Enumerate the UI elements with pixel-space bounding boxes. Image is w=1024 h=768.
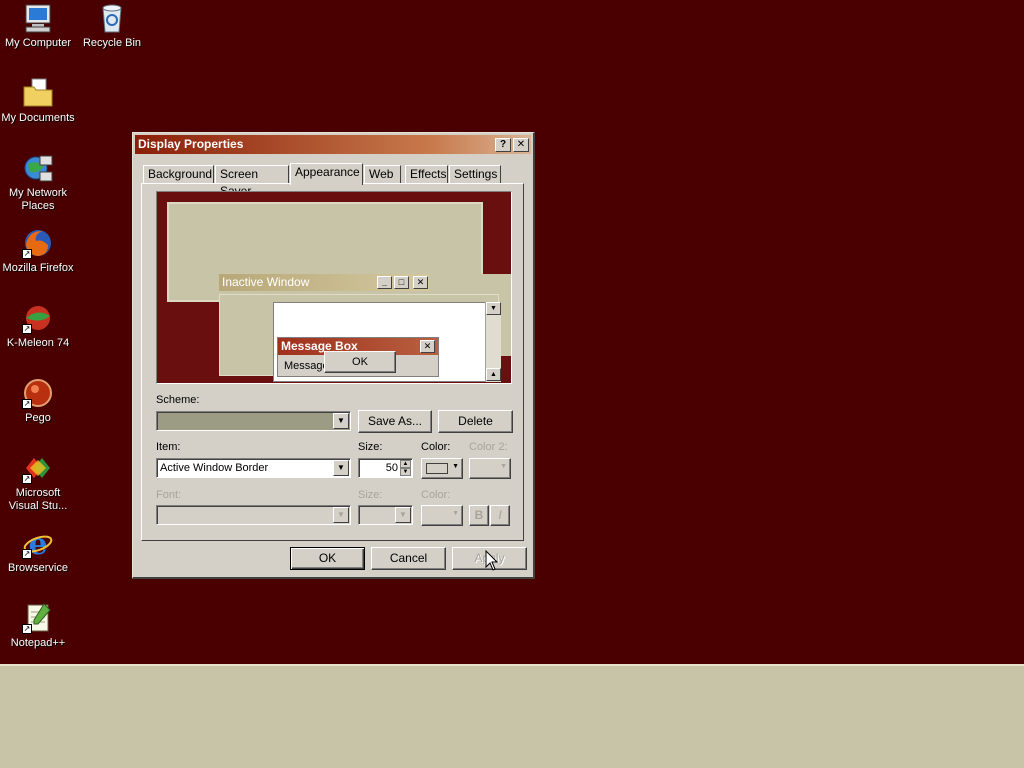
font-size-label: Size: [358, 489, 383, 501]
shortcut-arrow-icon: ↗ [22, 399, 32, 409]
font-color-button: ▼ [421, 505, 463, 526]
shortcut-arrow-icon: ↗ [22, 624, 32, 634]
tab-appearance[interactable]: Appearance [290, 163, 363, 185]
color-picker-button[interactable]: ▼ [421, 458, 463, 479]
size-value: 50 [385, 462, 398, 474]
shortcut-arrow-icon: ↗ [22, 474, 32, 484]
desktop-icon-browservice[interactable]: e ↗ Browservice [0, 527, 76, 575]
delete-button[interactable]: Delete [438, 410, 513, 433]
desktop-icon-label: Browservice [8, 562, 68, 574]
spin-up-icon[interactable]: ▲ [400, 460, 411, 468]
documents-folder-icon [22, 77, 54, 109]
window-title: Display Properties [138, 137, 244, 151]
close-icon: ✕ [420, 340, 435, 353]
scroll-up-arrow-icon: ▼ [486, 302, 501, 315]
scheme-dropdown[interactable]: ▼ [156, 411, 351, 431]
chevron-down-icon[interactable]: ▼ [333, 413, 349, 429]
size-spinner[interactable]: 50 ▲ ▼ [358, 458, 413, 478]
font-dropdown: ▼ [156, 505, 351, 525]
shortcut-arrow-icon: ↗ [22, 249, 32, 259]
shortcut-arrow-icon: ↗ [22, 549, 32, 559]
chevron-down-icon: ▼ [452, 510, 459, 517]
cancel-button[interactable]: Cancel [371, 547, 446, 570]
ok-button[interactable]: OK [290, 547, 365, 570]
font-color-label: Color: [421, 489, 451, 501]
appearance-preview: Inactive Window _ □ ✕ ▼ ▲ Message Box ✕ … [156, 191, 512, 384]
desktop-icon-pego[interactable]: ↗ Pego [0, 377, 76, 425]
desktop-icon-label: My Documents [1, 112, 75, 124]
maximize-icon: □ [394, 276, 409, 289]
italic-button: I [490, 505, 510, 526]
chevron-down-icon: ▼ [395, 507, 411, 523]
desktop-icon-firefox[interactable]: ↗ Mozilla Firefox [0, 227, 76, 275]
save-as-button[interactable]: Save As... [358, 410, 432, 433]
preview-message-text: Message [284, 360, 329, 372]
font-label: Font: [156, 489, 182, 501]
notepad-plus-icon: ↗ [22, 602, 54, 634]
desktop-icon-label: Microsoft Visual Stu... [8, 487, 68, 512]
desktop-icon-label: Pego [25, 412, 51, 424]
desktop-icon-recycle-bin[interactable]: Recycle Bin [74, 2, 150, 50]
recycle-bin-icon [96, 2, 128, 34]
size-label: Size: [358, 441, 383, 453]
tab-settings[interactable]: Settings [449, 165, 501, 184]
firefox-icon: ↗ [22, 227, 54, 259]
close-icon: ✕ [413, 276, 428, 289]
preview-message-box: Message Box ✕ Message OK [277, 337, 439, 377]
desktop-icon-label: My Network Places [8, 187, 68, 212]
chevron-down-icon: ▼ [500, 463, 507, 470]
network-icon [22, 152, 54, 184]
k-meleon-icon: ↗ [22, 302, 54, 334]
scroll-down-arrow-icon: ▲ [486, 368, 501, 381]
tab-background[interactable]: Background [143, 165, 214, 184]
item-label: Item: [156, 441, 181, 453]
preview-scrollbar: ▼ ▲ [485, 302, 501, 382]
computer-icon [22, 2, 54, 34]
item-dropdown[interactable]: Active Window Border ▼ [156, 458, 351, 478]
pego-icon: ↗ [22, 377, 54, 409]
mouse-cursor-icon [485, 550, 499, 571]
help-button[interactable]: ? [495, 138, 511, 152]
color2-picker-button: ▼ [469, 458, 511, 479]
color-label: Color: [421, 441, 451, 453]
desktop-icon-network-places[interactable]: My Network Places [0, 152, 76, 213]
desktop-icon-notepad-plus[interactable]: ↗ Notepad++ [0, 602, 76, 650]
visual-studio-icon: ↗ [22, 452, 54, 484]
color2-label: Color 2: [469, 441, 508, 453]
tab-effects[interactable]: Effects [405, 165, 448, 184]
item-value: Active Window Border [160, 462, 269, 474]
shortcut-arrow-icon: ↗ [22, 324, 32, 334]
desktop-icon-label: K-Meleon 74 [6, 337, 70, 349]
preview-ok-button: OK [324, 351, 396, 373]
minimize-icon: _ [377, 276, 392, 289]
chevron-down-icon: ▼ [452, 463, 459, 470]
bottom-strip [0, 664, 1024, 768]
desktop-icon-k-meleon[interactable]: ↗ K-Meleon 74 [0, 302, 76, 350]
close-button[interactable]: ✕ [513, 138, 529, 152]
desktop-icon-visual-studio[interactable]: ↗ Microsoft Visual Stu... [0, 452, 76, 513]
desktop-icon-label: Recycle Bin [82, 37, 142, 49]
title-bar[interactable]: Display Properties ? ✕ [135, 135, 531, 154]
color-swatch [426, 463, 448, 474]
desktop-icon-label: My Computer [4, 37, 72, 49]
scheme-label: Scheme: [156, 394, 200, 406]
spin-down-icon[interactable]: ▼ [400, 468, 411, 476]
desktop-icon-my-computer[interactable]: My Computer [0, 2, 76, 50]
font-size-dropdown: ▼ [358, 505, 413, 525]
chevron-down-icon: ▼ [333, 507, 349, 523]
internet-explorer-icon: e ↗ [22, 527, 54, 562]
desktop-icon-label: Mozilla Firefox [2, 262, 74, 274]
tab-web[interactable]: Web [364, 165, 401, 184]
chevron-down-icon[interactable]: ▼ [333, 460, 349, 476]
desktop-icon-my-documents[interactable]: My Documents [0, 77, 76, 125]
tab-screen-saver[interactable]: Screen Saver [215, 165, 289, 198]
bold-button: B [469, 505, 489, 526]
desktop-icon-label: Notepad++ [10, 637, 66, 649]
preview-inactive-title-text: Inactive Window [222, 275, 310, 289]
